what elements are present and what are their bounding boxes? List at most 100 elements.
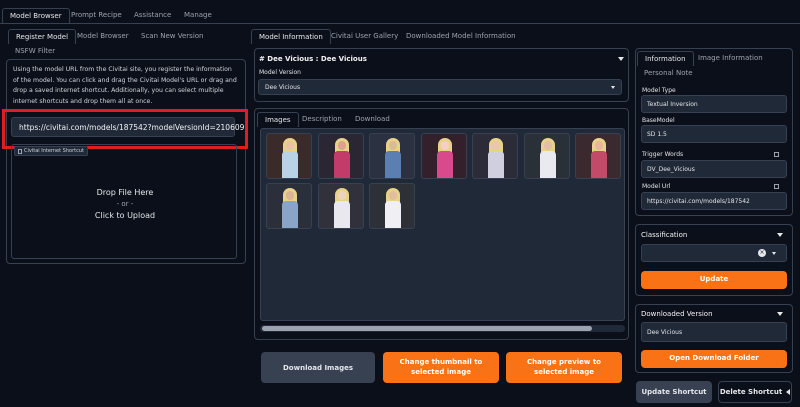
change-preview-button[interactable]: Change preview to selected image [506,352,622,383]
figure-body [282,201,298,228]
trigger-words-field: DV_Dee_Vicious [641,160,787,178]
model-type-field: Textual Inversion [641,95,787,113]
tab-model-browser[interactable]: Model Browser [70,29,136,44]
shortcut-chip: Civitai Internet Shortcut [14,146,88,156]
model-url-value: https://civitai.com/models/187542 [647,198,750,205]
figure-face [543,141,552,150]
figure-face [337,191,346,200]
gallery-thumbnail[interactable] [472,133,518,179]
register-panel: Using the model URL from the Civitai sit… [2,59,248,264]
update-shortcut-button[interactable]: Update Shortcut [636,381,712,403]
figure-body [488,151,504,178]
gallery-thumbnail[interactable] [317,183,364,229]
tab-downloaded-model-information[interactable]: Downloaded Model Information [399,29,523,44]
tab-personal-note[interactable]: Personal Note [637,66,700,81]
model-title: # Dee Vicious : Dee Vicious [259,55,367,63]
figure-body [282,151,298,178]
gallery-scrollbar[interactable] [260,325,625,332]
basemodel-label: BaseModel [642,117,675,124]
scrollbar-thumb[interactable] [262,326,592,331]
figure-face [492,141,500,150]
collapse-icon[interactable] [777,312,783,316]
gallery-thumbnail[interactable] [369,133,415,179]
figure-body [539,151,556,178]
tab-image-information[interactable]: Image Information [691,51,770,66]
figure-body [333,201,350,228]
main-tab-model-browser[interactable]: Model Browser [2,8,70,23]
tab-download[interactable]: Download [348,112,397,127]
figure-body [436,151,453,178]
change-thumbnail-button[interactable]: Change thumbnail to selected image [383,352,499,383]
drop-text-line1: Drop File Here [96,188,154,197]
downloaded-version-value: Dee Vicious [647,329,683,336]
basemodel-field: SD 1.5 [641,125,787,143]
model-title-panel: # Dee Vicious : Dee Vicious Model Versio… [254,48,629,102]
clear-icon[interactable]: × [758,249,766,257]
tab-register-model[interactable]: Register Model [8,29,77,44]
figure-body [591,151,607,178]
figure-face [389,141,397,150]
main-tab-manage[interactable]: Manage [177,8,219,23]
url-input-value: https://civitai.com/models/187542?modelV… [19,123,245,132]
model-type-label: Model Type [642,87,676,94]
figure-body [385,151,401,178]
file-icon [18,148,22,154]
info-panel: Information Image Information Personal N… [635,48,793,216]
tab-description[interactable]: Description [295,112,349,127]
main-tab-divider [0,23,800,24]
figure-face [440,141,449,150]
figure-face [389,191,397,200]
main-tab-assistance[interactable]: Assistance [127,8,178,23]
downloaded-version-label: Downloaded Version [641,310,713,318]
figure-face [337,141,346,150]
shortcut-chip-label: Civitai Internet Shortcut [24,148,84,154]
collapse-icon[interactable] [618,57,624,61]
classification-select[interactable]: × [641,244,787,262]
gallery-panel: Images Description Download [254,108,629,340]
chevron-down-icon[interactable] [772,252,776,255]
tab-information[interactable]: Information [637,51,694,66]
delete-shortcut-label: Delete Shortcut [719,388,783,396]
gallery-thumbnail[interactable] [420,133,467,179]
classification-label: Classification [641,231,688,239]
trigger-words-value: DV_Dee_Vicious [647,166,695,173]
gallery-thumbnail[interactable] [266,183,312,229]
figure-body [333,151,350,178]
copy-icon[interactable] [774,152,779,157]
open-download-folder-button[interactable]: Open Download Folder [641,350,787,368]
copy-icon[interactable] [774,184,779,189]
tab-model-information[interactable]: Model Information [251,29,331,44]
drop-text-line2: - or - [116,200,134,208]
caret-left-icon [786,389,791,395]
classification-panel: Classification × Update [635,224,793,296]
url-input[interactable]: https://civitai.com/models/187542?modelV… [11,117,244,137]
model-version-value: Dee Vicious [265,84,301,91]
tab-images[interactable]: Images [257,112,299,127]
downloaded-version-panel: Downloaded Version Dee Vicious Open Down… [635,304,793,373]
collapse-icon[interactable] [777,233,783,237]
tab-scan-new-version[interactable]: Scan New Version [134,29,210,44]
figure-face [286,191,294,200]
download-images-button[interactable]: Download Images [261,352,375,383]
gallery-thumbnail[interactable] [575,133,621,179]
gallery-grid [260,128,625,321]
figure-face [286,141,294,150]
gallery-thumbnail[interactable] [369,183,415,229]
drop-text-line3: Click to Upload [94,211,156,220]
model-version-label: Model Version [259,69,301,76]
main-tab-prompt-recipe[interactable]: Prompt Recipe [64,8,129,23]
delete-shortcut-button[interactable]: Delete Shortcut [718,381,792,403]
model-url-field: https://civitai.com/models/187542 [641,192,787,210]
update-button[interactable]: Update [641,271,787,289]
tab-nsfw-filter[interactable]: NSFW Filter [8,44,62,59]
model-version-select[interactable]: Dee Vicious [258,79,622,95]
gallery-thumbnail[interactable] [266,133,312,179]
file-drop-area[interactable]: Civitai Internet Shortcut Drop File Here… [11,144,237,259]
gallery-thumbnail[interactable] [317,133,364,179]
gallery-thumbnail[interactable] [523,133,570,179]
chevron-down-icon [611,86,615,89]
model-url-label: Model Url [642,183,671,190]
trigger-words-label: Trigger Words [642,151,684,158]
figure-face [595,141,603,150]
tab-civitai-user-gallery[interactable]: Civitai User Gallery [324,29,405,44]
